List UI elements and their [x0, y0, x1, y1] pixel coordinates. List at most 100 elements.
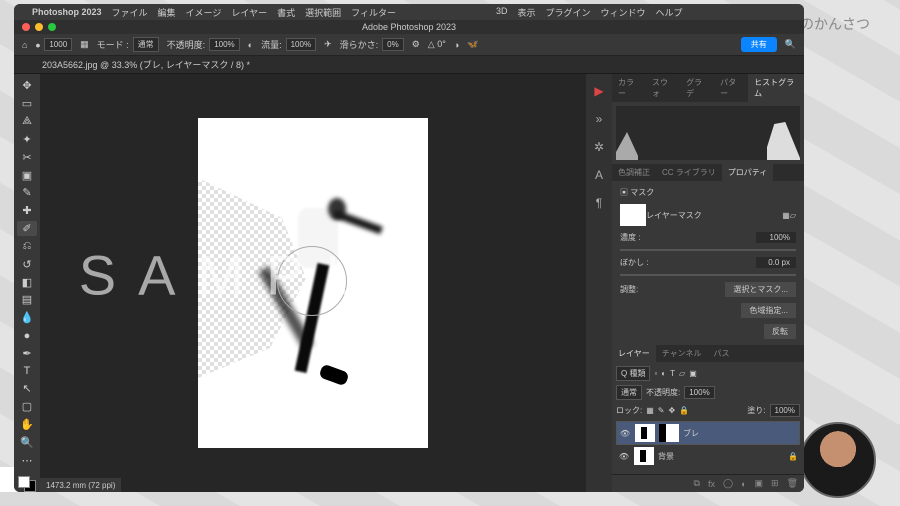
pressure-opacity-icon[interactable]: ◐: [248, 40, 253, 50]
lock-position-icon[interactable]: ✥: [669, 406, 676, 415]
menu-3d[interactable]: 3D: [496, 6, 508, 19]
path-tool[interactable]: ↖: [17, 381, 37, 397]
invert-button[interactable]: 反転: [764, 324, 796, 339]
menu-view[interactable]: 表示: [517, 6, 535, 19]
opacity-input[interactable]: 100%: [209, 38, 239, 51]
pen-tool[interactable]: ✒: [17, 345, 37, 361]
menu-window[interactable]: ウィンドウ: [601, 6, 646, 19]
delete-icon[interactable]: 🗑: [787, 478, 798, 489]
expand-icon[interactable]: »: [596, 112, 603, 126]
layer-opacity-input[interactable]: 100%: [684, 386, 714, 399]
menu-file[interactable]: ファイル: [112, 6, 148, 19]
wand-tool[interactable]: ✦: [17, 131, 37, 147]
canvas-area[interactable]: SAMPLE 1473.2 mm (72 ppi): [40, 74, 586, 492]
move-tool[interactable]: ✥: [17, 78, 37, 94]
crop-tool[interactable]: ✂: [17, 149, 37, 165]
lock-transparency-icon[interactable]: ▦: [646, 406, 654, 415]
menu-image[interactable]: イメージ: [186, 6, 222, 19]
brush-tool[interactable]: ✐: [17, 221, 37, 237]
play-icon[interactable]: ▶: [594, 84, 603, 98]
filter-shape-icon[interactable]: ▱: [679, 369, 685, 378]
edit-toolbar[interactable]: ⋯: [17, 452, 37, 468]
minimize-icon[interactable]: [35, 23, 43, 31]
zoom-tool[interactable]: 🔍: [17, 435, 37, 451]
tab-pattern[interactable]: パター: [714, 74, 748, 102]
tab-layers[interactable]: レイヤー: [612, 345, 656, 362]
mask-icon[interactable]: ◯: [723, 478, 733, 489]
type-tool[interactable]: T: [17, 363, 37, 379]
brush-size[interactable]: 1000: [44, 38, 72, 51]
menu-plugin[interactable]: プラグイン: [546, 6, 591, 19]
color-range-button[interactable]: 色域指定...: [741, 303, 796, 318]
menu-help[interactable]: ヘルプ: [656, 6, 683, 19]
blend-mode-select[interactable]: 通常: [133, 37, 159, 52]
feather-input[interactable]: 0.0 px: [756, 257, 796, 268]
menu-layer[interactable]: レイヤー: [231, 6, 267, 19]
visibility-icon[interactable]: 👁: [618, 452, 630, 461]
fx-icon[interactable]: fx: [708, 479, 715, 489]
symmetry-icon[interactable]: 🦋: [467, 39, 478, 50]
tab-properties[interactable]: プロパティ: [722, 164, 774, 181]
pressure-size-icon[interactable]: ◑: [454, 40, 459, 50]
para-icon[interactable]: ¶: [596, 196, 602, 210]
heal-tool[interactable]: ✚: [17, 203, 37, 219]
angle-icon[interactable]: △ 0°: [428, 39, 446, 50]
smooth-input[interactable]: 0%: [382, 38, 404, 51]
eraser-tool[interactable]: ◧: [17, 274, 37, 290]
tab-channels[interactable]: チャンネル: [656, 345, 708, 362]
adjust-icon[interactable]: ✲: [594, 140, 604, 154]
tab-gradient[interactable]: グラデ: [680, 74, 714, 102]
menu-filter[interactable]: フィルター: [351, 6, 396, 19]
tab-swatch[interactable]: スウォ: [646, 74, 680, 102]
layer-row-1[interactable]: 👁 ブレ: [616, 421, 800, 445]
eyedropper-tool[interactable]: ✎: [17, 185, 37, 201]
flow-input[interactable]: 100%: [286, 38, 316, 51]
marquee-tool[interactable]: ▭: [17, 96, 37, 112]
tab-cc-library[interactable]: CC ライブラリ: [656, 164, 722, 181]
close-icon[interactable]: [22, 23, 30, 31]
fill-input[interactable]: 100%: [770, 404, 800, 417]
gear-icon[interactable]: ⚙: [412, 39, 420, 50]
frame-tool[interactable]: ▣: [17, 167, 37, 183]
menu-type[interactable]: 書式: [277, 6, 295, 19]
blur-tool[interactable]: 💧: [17, 310, 37, 326]
filter-pixel-icon[interactable]: ▫: [654, 369, 657, 378]
hand-tool[interactable]: ✋: [17, 417, 37, 433]
tab-histogram[interactable]: ヒストグラム: [748, 74, 804, 102]
link-icon[interactable]: ⧉: [694, 478, 700, 489]
density-input[interactable]: 100%: [756, 232, 796, 243]
zoom-icon[interactable]: [48, 23, 56, 31]
shape-tool[interactable]: ▢: [17, 399, 37, 415]
tab-color[interactable]: カラー: [612, 74, 646, 102]
gradient-tool[interactable]: ▤: [17, 292, 37, 308]
pixel-mask-icon[interactable]: ▦: [782, 211, 790, 220]
lock-all-icon[interactable]: 🔒: [679, 406, 689, 415]
tab-paths[interactable]: パス: [708, 345, 736, 362]
dodge-tool[interactable]: ●: [17, 328, 37, 344]
airbrush-icon[interactable]: ✈: [324, 39, 332, 50]
filter-smart-icon[interactable]: ▣: [689, 369, 697, 378]
search-icon[interactable]: 🔍: [785, 39, 796, 50]
share-button[interactable]: 共有: [741, 37, 777, 52]
home-icon[interactable]: ⌂: [22, 40, 27, 50]
filter-adjust-icon[interactable]: ◐: [661, 369, 666, 378]
group-icon[interactable]: ▣: [755, 478, 764, 489]
menu-edit[interactable]: 編集: [158, 6, 176, 19]
char-icon[interactable]: A: [595, 168, 603, 182]
adjustment-icon[interactable]: ◐: [741, 479, 746, 489]
layer-row-2[interactable]: 👁 背景 🔒: [616, 445, 800, 467]
brush-panel-icon[interactable]: ▦: [80, 39, 89, 50]
blend-mode-layer[interactable]: 通常: [616, 385, 642, 400]
layer-filter-select[interactable]: Q 種類: [616, 366, 650, 381]
document-tab[interactable]: 203A5662.jpg @ 33.3% (ブレ, レイヤーマスク / 8) *: [42, 58, 250, 71]
lasso-tool[interactable]: ⟁: [17, 114, 37, 130]
lock-pixels-icon[interactable]: ✎: [658, 406, 665, 415]
select-and-mask-button[interactable]: 選択とマスク...: [725, 282, 796, 297]
history-brush-tool[interactable]: ↺: [17, 256, 37, 272]
stamp-tool[interactable]: ⎌: [17, 238, 37, 254]
color-swatches[interactable]: [18, 476, 36, 492]
new-layer-icon[interactable]: ⊞: [771, 478, 779, 489]
visibility-icon[interactable]: 👁: [619, 429, 631, 438]
tab-adjustments[interactable]: 色調補正: [612, 164, 656, 181]
filter-type-icon[interactable]: T: [670, 369, 675, 378]
